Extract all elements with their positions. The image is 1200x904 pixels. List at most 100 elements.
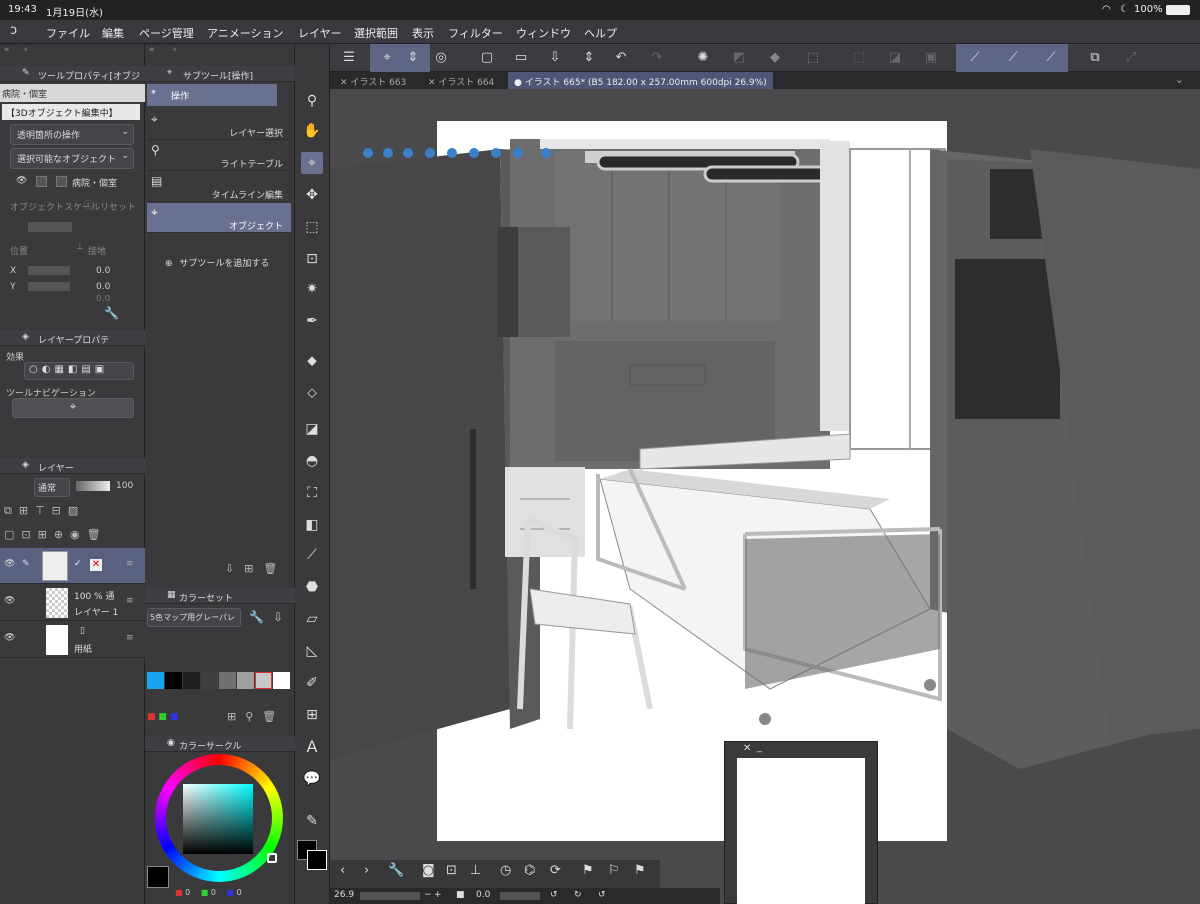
y-value[interactable]: 0.0 [96,282,110,292]
transform-icon[interactable]: ⬚ [802,48,824,68]
fit-icon[interactable]: ⊡ [446,863,457,878]
gradient-tool-icon[interactable]: ◧ [301,514,323,536]
tab-663[interactable]: ✕ イラスト 663 [334,72,412,89]
curve-tool-icon[interactable]: ⟋ [301,544,323,566]
chevron-right-icon[interactable]: › [364,863,369,878]
angle-value[interactable]: 0.0 [476,890,490,900]
ruler-tool-icon[interactable]: ◺ [301,640,323,662]
screen-icon[interactable]: ⧉ [1084,48,1106,68]
navigator-preview[interactable] [737,758,865,904]
color-set-footer-buttons[interactable]: ⊞⚲🗑 [227,710,285,723]
selectable-dropdown[interactable]: 選択可能なオブジェクト ⌄ [10,148,134,169]
color-set-dropdown[interactable]: 5色マップ用グレーパレ [147,608,241,627]
visible-checkbox[interactable] [56,176,67,187]
redo-icon[interactable]: ↷ [646,48,668,68]
loading-icon[interactable]: ✺ [692,48,714,68]
decoration-tool-icon[interactable]: ⛶ [301,482,323,504]
frame-tool-icon[interactable]: ▱ [301,608,323,630]
layer-toolbar-row-2[interactable]: ▢⊡⊞⊕◉🗑 [4,528,108,541]
rotate-icon[interactable]: ⟳ [550,863,561,878]
eye-icon[interactable]: 👁 [4,559,15,569]
menu-icon[interactable]: ☰ [338,48,360,68]
fit-dot-icon[interactable]: ■ [456,890,465,900]
fit-icon[interactable]: ⤢ [1120,48,1142,68]
swatch-white-1[interactable] [273,672,290,689]
rotate-slider[interactable] [500,892,540,900]
fill-tool-icon[interactable]: ⬣ [301,576,323,598]
menu-layer[interactable]: レイヤー [298,25,342,41]
balloon-tool-icon[interactable]: 💬 [301,768,323,790]
deselect-icon[interactable]: ⬚ [848,48,870,68]
layer-toolbar-row-1[interactable]: ⧉⊞⊤⊟▨ [4,504,85,518]
canvas-area[interactable]: ✕ _ [330,89,1200,904]
zoom-tool-icon[interactable]: ⚲ [301,90,323,112]
auto-select-icon[interactable]: ✷ [301,278,323,300]
updown-2-icon[interactable]: ⇕ [578,48,600,68]
menu-file[interactable]: ファイル [46,25,90,41]
z-value[interactable]: 0.0 [96,294,110,304]
collapse-icon[interactable]: « [149,45,155,55]
close-icon[interactable]: ✕ [340,78,348,88]
zoom-out-icon[interactable]: − [424,890,432,900]
mask-off-icon[interactable]: ✕ [90,559,102,571]
menu-page[interactable]: ページ管理 [139,25,194,41]
chevron-left-icon[interactable]: ‹ [173,45,177,55]
eraser-2-tool-icon[interactable]: ⬦ [301,382,323,404]
open-icon[interactable]: ▭ [510,48,532,68]
pen-b-icon[interactable]: ⟋ [1002,48,1024,68]
new-file-icon[interactable]: ▢ [476,48,498,68]
opacity-value[interactable]: 100 [116,481,133,491]
effect-buttons[interactable]: ○◐▦◧▤▣ [24,362,134,380]
rotate-left-icon[interactable]: ↺ [550,890,558,900]
timer-icon[interactable]: ◷ [500,863,511,878]
wrench-icon[interactable]: 🔧 [388,863,404,878]
layer-row-paper[interactable]: 👁 ▯ 用紙 ≡ [0,622,145,658]
selection-border-icon[interactable]: ▣ [920,48,942,68]
airbrush-tool-icon[interactable]: ◓ [301,450,323,472]
menu-window[interactable]: ウィンドウ [516,25,571,41]
undo-icon[interactable]: ↶ [610,48,632,68]
transparent-op-dropdown[interactable]: 透明箇所の操作 ⌄ [10,124,134,145]
opacity-slider[interactable] [76,481,110,491]
subtool-group-tab[interactable]: ⌖ 操作 [147,84,277,106]
reset-rotation-icon[interactable]: ↺ [598,890,606,900]
blend-tool-icon[interactable]: ◪ [301,418,323,440]
menu-help[interactable]: ヘルプ [584,25,617,41]
invert-icon[interactable]: ◪ [884,48,906,68]
scale-slider[interactable] [28,222,72,232]
color-values[interactable]: ■ 0 ■ 0 ■ 0 [175,888,242,897]
operation-tool-icon[interactable]: ⌖ [301,152,323,174]
wrench-icon[interactable]: 🔧 [249,610,264,624]
menu-selection[interactable]: 選択範囲 [354,25,398,41]
tab-665[interactable]: ● イラスト 665* (B5 182.00 x 257.00mm 600dpi… [508,72,773,89]
clear-icon[interactable]: ◩ [728,48,750,68]
close-icon[interactable]: ✕ [743,743,751,754]
camera-angle-icon[interactable]: ⌬ [524,863,535,878]
text-tool-icon[interactable]: A [301,736,323,758]
x-slider[interactable] [28,266,70,275]
layer-op-icon[interactable]: ⌖ [376,48,398,68]
eye-icon[interactable]: 👁 [4,596,15,606]
layer-row-1[interactable]: 👁 100 % 通 レイヤー 1 ≡ [0,585,145,621]
fill-selection-icon[interactable]: ◆ [764,48,786,68]
pen-a-icon[interactable]: ⟋ [964,48,986,68]
rotate-right-icon[interactable]: ↻ [574,890,582,900]
swatch-gray-1[interactable] [183,672,200,689]
zoom-in-icon[interactable]: + [434,890,442,900]
menu-edit[interactable]: 編集 [102,25,124,41]
y-slider[interactable] [28,282,70,291]
layer-row-3d[interactable]: 👁 ✎ ✓ ✕ ≡ [0,548,145,584]
add-subtool-button[interactable]: ⊕ サブツールを追加する [165,256,269,269]
ground-label[interactable]: 接地 [88,244,106,257]
frame-border-tool-icon[interactable]: ⊞ [301,704,323,726]
menu-filter[interactable]: フィルター [448,25,503,41]
reset-icon[interactable]: ⓡ [84,198,93,211]
reset-label[interactable]: リセット [100,200,136,213]
swatch-gray-4[interactable] [237,672,254,689]
navigator-panel[interactable]: ✕ _ [724,741,878,904]
eye-icon[interactable]: 👁 [16,176,27,186]
zoom-slider[interactable] [360,892,420,900]
save-icon[interactable]: ⇩ [544,48,566,68]
secondary-color-chip[interactable] [307,850,327,870]
swatch-gray-3[interactable] [219,672,236,689]
